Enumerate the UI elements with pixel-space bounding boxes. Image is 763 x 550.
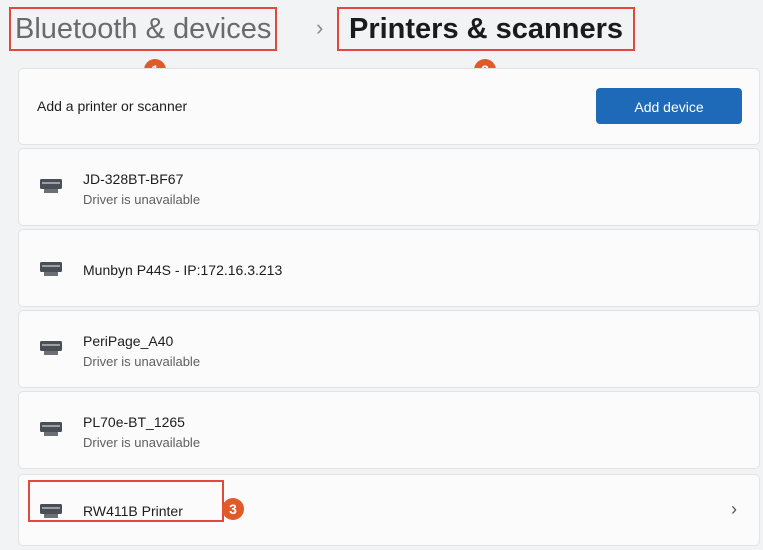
add-device-button[interactable]: Add device bbox=[596, 88, 742, 124]
printer-name: JD-328BT-BF67 bbox=[83, 171, 184, 187]
breadcrumb-separator: › bbox=[316, 15, 324, 40]
breadcrumb-parent[interactable]: Bluetooth & devices bbox=[9, 7, 278, 51]
add-printer-card: Add a printer or scanner Add device bbox=[18, 68, 760, 145]
printer-icon bbox=[40, 341, 62, 355]
printer-item[interactable]: PL70e-BT_1265 Driver is unavailable bbox=[18, 391, 760, 469]
callout-badge-3: 3 bbox=[222, 498, 244, 520]
printer-icon bbox=[40, 422, 62, 436]
page-title: Printers & scanners bbox=[337, 7, 636, 51]
printer-status: Driver is unavailable bbox=[83, 435, 201, 450]
chevron-right-icon[interactable]: › bbox=[731, 499, 737, 520]
printer-name: Munbyn P44S - IP:172.16.3.213 bbox=[83, 262, 283, 278]
printer-name: RW411B Printer bbox=[83, 503, 183, 519]
printer-icon bbox=[40, 262, 62, 276]
printer-item[interactable]: JD-328BT-BF67 Driver is unavailable bbox=[18, 148, 760, 226]
printer-status: Driver is unavailable bbox=[83, 192, 201, 207]
printer-icon bbox=[40, 179, 62, 193]
add-printer-label: Add a printer or scanner bbox=[37, 98, 188, 114]
printers-settings-page: Bluetooth & devices › Printers & scanner… bbox=[0, 0, 763, 550]
printer-name: PeriPage_A40 bbox=[83, 333, 174, 349]
printer-item[interactable]: PeriPage_A40 Driver is unavailable bbox=[18, 310, 760, 388]
printer-name: PL70e-BT_1265 bbox=[83, 414, 185, 430]
printer-status: Driver is unavailable bbox=[83, 354, 201, 369]
printer-item[interactable]: RW411B Printer › bbox=[18, 474, 760, 546]
printer-icon bbox=[40, 504, 62, 518]
printer-item[interactable]: Munbyn P44S - IP:172.16.3.213 bbox=[18, 229, 760, 307]
